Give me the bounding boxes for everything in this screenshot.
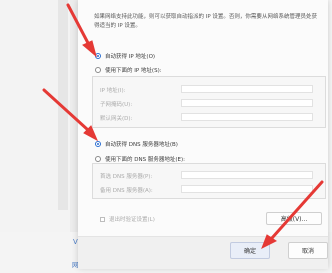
arrow-head-auto-ip: [82, 40, 97, 58]
arrow-to-ok-button: [270, 180, 324, 240]
annotation-arrows: [42, 3, 324, 250]
arrow-to-auto-dns: [42, 88, 90, 132]
arrow-to-auto-ip: [66, 3, 90, 45]
